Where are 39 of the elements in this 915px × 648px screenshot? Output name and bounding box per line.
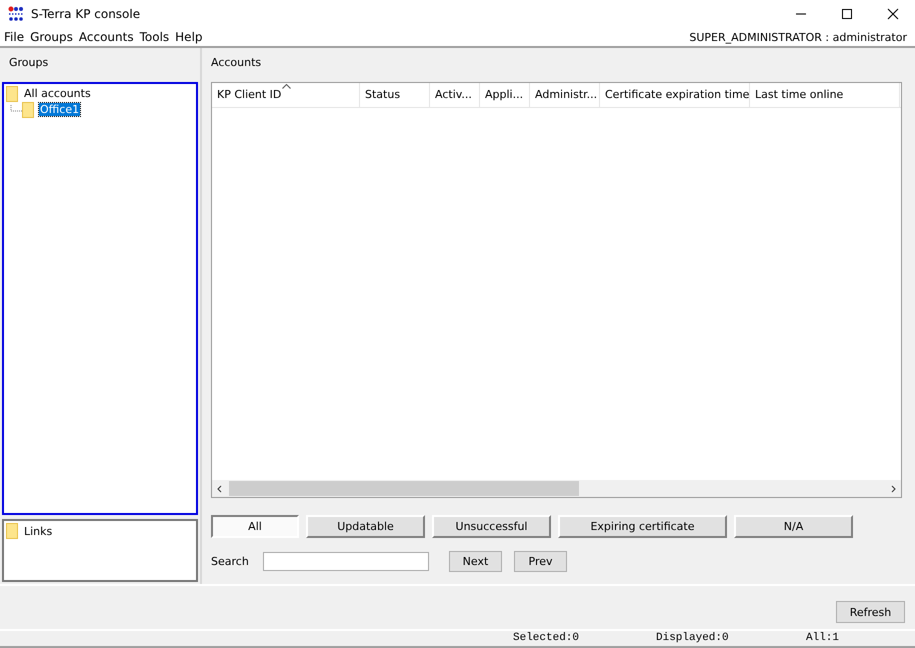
app-logo-icon	[7, 6, 25, 22]
menu-item[interactable]: Tools	[140, 30, 170, 44]
search-label: Search	[211, 555, 250, 568]
column-header[interactable]: Appli...	[480, 83, 530, 108]
nav-button[interactable]: Prev	[514, 551, 567, 572]
menu-item[interactable]: Accounts	[78, 30, 134, 44]
window-title: S-Terra KP console	[31, 6, 140, 21]
column-header[interactable]: Status	[360, 83, 430, 108]
panel-header: Groups	[8, 55, 50, 72]
filter-button[interactable]: N/A	[734, 515, 853, 538]
menu-item[interactable]: Help	[175, 30, 203, 44]
column-header[interactable]: KP Client ID	[212, 83, 360, 108]
horizontal-scrollbar[interactable]	[212, 480, 901, 498]
tree-item[interactable]: Office1	[39, 103, 80, 116]
nav-button[interactable]: Next	[449, 551, 502, 572]
status-text: Displayed:0	[656, 632, 729, 644]
status-text: Selected:0	[513, 632, 580, 644]
filter-button[interactable]: Updatable	[306, 515, 425, 538]
status-text: All:1	[806, 632, 840, 644]
folder-icon	[22, 102, 34, 118]
column-header[interactable]: Administr...	[530, 83, 600, 108]
close-icon[interactable]	[887, 8, 899, 20]
menu-item[interactable]: File	[4, 30, 24, 44]
menu-item[interactable]: Groups	[30, 30, 73, 44]
user-label: SUPER_ADMINISTRATOR : administrator	[689, 30, 908, 44]
folder-icon	[6, 86, 18, 102]
filter-button[interactable]: All	[211, 515, 299, 538]
column-header[interactable]: Last time online	[750, 83, 900, 108]
panel-header: Accounts	[211, 55, 262, 72]
folder-icon	[6, 523, 18, 540]
column-header[interactable]: Certificate expiration time	[600, 83, 750, 108]
filter-button[interactable]: Expiring certificate	[558, 515, 727, 538]
search-field[interactable]	[263, 552, 429, 572]
filter-button[interactable]: Unsuccessful	[432, 515, 551, 538]
maximize-icon[interactable]	[841, 8, 853, 20]
column-header[interactable]: Activ...	[430, 83, 480, 108]
tree-item[interactable]: Links	[23, 524, 54, 538]
tree-item[interactable]: All accounts	[23, 87, 92, 100]
refresh-button[interactable]: Refresh	[836, 601, 905, 624]
